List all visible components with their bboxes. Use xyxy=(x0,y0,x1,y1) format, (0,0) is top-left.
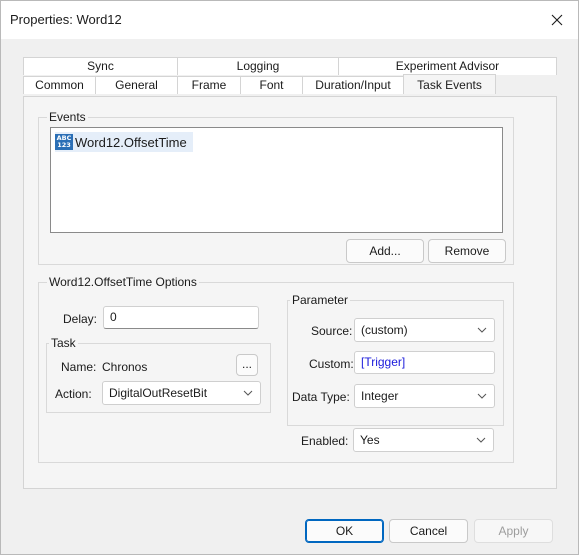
remove-button[interactable]: Remove xyxy=(428,239,506,263)
tab-frame[interactable]: Frame xyxy=(177,76,241,94)
custom-field[interactable]: [Trigger] xyxy=(354,351,495,374)
tab-common[interactable]: Common xyxy=(23,76,96,94)
tab-experiment-advisor[interactable]: Experiment Advisor xyxy=(338,57,557,75)
list-item[interactable]: ABC 123 Word12.OffsetTime xyxy=(55,132,193,152)
chevron-down-icon xyxy=(477,327,487,333)
source-value: (custom) xyxy=(361,323,408,337)
cancel-button[interactable]: Cancel xyxy=(389,519,468,543)
close-button[interactable] xyxy=(542,6,572,34)
task-action-value: DigitalOutResetBit xyxy=(109,386,208,400)
task-name-value: Chronos xyxy=(102,360,148,374)
properties-dialog: Properties: Word12 Sync Logging Experime… xyxy=(0,0,579,555)
parameter-group: Parameter Source: (custom) Custom: [Trig… xyxy=(287,293,504,426)
task-group-label: Task xyxy=(49,336,78,350)
chevron-down-icon xyxy=(243,390,253,396)
enabled-label: Enabled: xyxy=(301,434,349,448)
source-select[interactable]: (custom) xyxy=(354,318,495,342)
task-action-select[interactable]: DigitalOutResetBit xyxy=(102,381,261,405)
ok-button[interactable]: OK xyxy=(305,519,384,543)
chevron-down-icon xyxy=(477,393,487,399)
add-button[interactable]: Add... xyxy=(346,239,424,263)
task-name-label: Name: xyxy=(61,360,97,374)
events-list[interactable]: ABC 123 Word12.OffsetTime xyxy=(50,127,503,233)
source-label: Source: xyxy=(311,324,353,338)
datatype-select[interactable]: Integer xyxy=(354,384,495,408)
abc-123-icon: ABC 123 xyxy=(55,134,73,150)
task-action-label: Action: xyxy=(55,387,92,401)
apply-button[interactable]: Apply xyxy=(474,519,553,543)
options-group: Word12.OffsetTime Options Delay: 0 Task … xyxy=(38,275,514,463)
tab-duration-input[interactable]: Duration/Input xyxy=(302,76,404,94)
datatype-label: Data Type: xyxy=(292,390,350,404)
chevron-down-icon xyxy=(476,437,486,443)
tab-sync[interactable]: Sync xyxy=(23,57,178,75)
close-icon xyxy=(551,14,563,26)
datatype-value: Integer xyxy=(361,389,399,403)
tab-general[interactable]: General xyxy=(95,76,178,94)
tab-row-front: Common General Frame Font Duration/Input… xyxy=(23,74,496,94)
tab-row-back: Sync Logging Experiment Advisor xyxy=(23,57,557,75)
tab-font[interactable]: Font xyxy=(240,76,303,94)
task-browse-button[interactable]: ... xyxy=(236,354,258,376)
enabled-select[interactable]: Yes xyxy=(353,428,494,452)
enabled-value: Yes xyxy=(360,433,380,447)
task-events-panel: Events ABC 123 Word12.OffsetTime Add... R… xyxy=(23,96,557,489)
delay-label: Delay: xyxy=(63,312,98,326)
title-bar: Properties: Word12 xyxy=(1,1,578,39)
options-group-label: Word12.OffsetTime Options xyxy=(47,275,199,289)
delay-field[interactable]: 0 xyxy=(103,306,259,329)
tab-task-events[interactable]: Task Events xyxy=(403,74,496,94)
event-item-label: Word12.OffsetTime xyxy=(75,134,187,150)
window-title: Properties: Word12 xyxy=(10,12,122,27)
events-group-label: Events xyxy=(47,110,88,124)
custom-label: Custom: xyxy=(309,357,354,371)
task-group: Task Name: Chronos ... Action: DigitalOu… xyxy=(46,336,271,413)
events-group: Events ABC 123 Word12.OffsetTime Add... R… xyxy=(38,110,514,265)
tab-logging[interactable]: Logging xyxy=(177,57,339,75)
parameter-group-label: Parameter xyxy=(290,293,351,307)
